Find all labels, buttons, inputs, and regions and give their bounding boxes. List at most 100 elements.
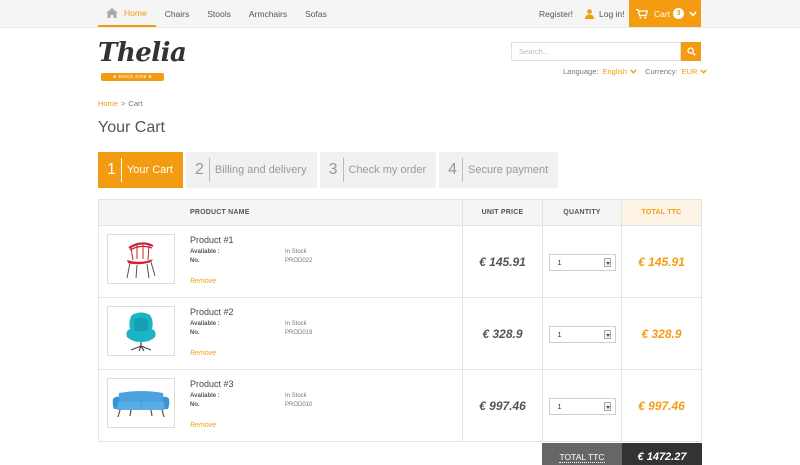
table-row: Product #3 Available : In Stock No. PROD… bbox=[98, 369, 702, 442]
blue-sofa-icon bbox=[112, 391, 170, 418]
step-number: 4 bbox=[439, 158, 464, 182]
nav-item-sofas[interactable]: Sofas bbox=[296, 0, 336, 28]
breadcrumb: Home > Cart bbox=[98, 99, 143, 108]
unit-price: € 145.91 bbox=[462, 225, 543, 298]
available-label: Available : bbox=[190, 321, 220, 327]
total-label-text: TOTAL TTC bbox=[559, 452, 605, 463]
nav-item-home[interactable]: Home bbox=[98, 0, 156, 27]
table-header-row: PRODUCT NAME UNIT PRICE QUANTITY TOTAL T… bbox=[98, 199, 702, 226]
step-label: Secure payment bbox=[468, 164, 549, 176]
currency-label: Currency: bbox=[645, 67, 678, 76]
quantity-cell: 1 bbox=[542, 297, 622, 370]
step-label: Check my order bbox=[348, 164, 427, 176]
step-check-order[interactable]: 3 Check my order bbox=[319, 152, 437, 188]
cart-total-value: € 1472.27 bbox=[622, 443, 702, 465]
cart-table: PRODUCT NAME UNIT PRICE QUANTITY TOTAL T… bbox=[98, 199, 702, 442]
line-total: € 328.9 bbox=[621, 297, 702, 370]
top-bar: Home Chairs Stools Armchairs Sofas Regis… bbox=[0, 0, 800, 28]
nav-item-armchairs[interactable]: Armchairs bbox=[240, 0, 296, 28]
line-total: € 997.46 bbox=[621, 369, 702, 442]
cart-button[interactable]: Cart 3 bbox=[629, 0, 701, 27]
product-no-label: No. bbox=[190, 330, 200, 336]
table-row: Product #1 Available : In Stock No. PROD… bbox=[98, 225, 702, 298]
search-input[interactable] bbox=[511, 42, 681, 61]
table-row: Product #2 Available : In Stock No. PROD… bbox=[98, 297, 702, 370]
quantity-value: 1 bbox=[557, 258, 562, 267]
select-arrow-icon bbox=[603, 330, 611, 339]
register-link[interactable]: Register! bbox=[539, 0, 573, 28]
nav-item-chairs[interactable]: Chairs bbox=[156, 0, 199, 28]
step-number: 1 bbox=[98, 158, 122, 182]
unit-price: € 328.9 bbox=[462, 297, 543, 370]
breadcrumb-separator: > bbox=[121, 99, 126, 108]
product-cell: Product #3 Available : In Stock No. PROD… bbox=[98, 369, 463, 442]
logo-ribbon: ★ SINCE 2006 ★ bbox=[101, 73, 164, 81]
product-name[interactable]: Product #3 bbox=[190, 379, 234, 389]
available-label: Available : bbox=[190, 393, 220, 399]
main-nav: Home Chairs Stools Armchairs Sofas bbox=[98, 0, 336, 28]
language-label: Language: bbox=[563, 67, 599, 76]
nav-label-sofas: Sofas bbox=[305, 9, 327, 19]
search-button[interactable] bbox=[681, 42, 701, 61]
product-thumbnail[interactable] bbox=[107, 234, 175, 284]
line-total: € 145.91 bbox=[621, 225, 702, 298]
nav-label-armchairs: Armchairs bbox=[248, 9, 288, 19]
available-value: In Stock bbox=[285, 393, 307, 399]
logo-text: Thelia bbox=[98, 38, 187, 68]
step-secure-payment[interactable]: 4 Secure payment bbox=[439, 152, 559, 188]
step-billing-delivery[interactable]: 2 Billing and delivery bbox=[185, 152, 317, 188]
cart-label: Cart bbox=[654, 8, 671, 19]
breadcrumb-current: Cart bbox=[128, 99, 143, 108]
step-label: Billing and delivery bbox=[214, 164, 307, 176]
nav-item-stools[interactable]: Stools bbox=[198, 0, 240, 28]
product-thumbnail[interactable] bbox=[107, 378, 175, 428]
header-quantity: QUANTITY bbox=[542, 199, 622, 226]
step-label: Your Cart bbox=[126, 164, 173, 176]
header-unit-price: UNIT PRICE bbox=[462, 199, 543, 226]
cart-total-label: TOTAL TTC bbox=[542, 443, 622, 465]
quantity-value: 1 bbox=[557, 330, 562, 339]
product-no-value: PROD010 bbox=[285, 402, 313, 408]
nav-label-stools: Stools bbox=[207, 9, 231, 19]
unit-price: € 997.46 bbox=[462, 369, 543, 442]
chevron-down-icon bbox=[630, 69, 637, 74]
search-icon bbox=[686, 47, 696, 56]
quantity-cell: 1 bbox=[542, 225, 622, 298]
cart-icon bbox=[636, 8, 648, 19]
page-title: Your Cart bbox=[98, 119, 165, 136]
product-name[interactable]: Product #2 bbox=[190, 307, 234, 317]
remove-link[interactable]: Remove bbox=[190, 422, 216, 429]
currency-select[interactable]: EUR bbox=[682, 67, 698, 76]
step-number: 2 bbox=[186, 158, 210, 182]
product-cell: Product #1 Available : In Stock No. PROD… bbox=[98, 225, 463, 298]
remove-link[interactable]: Remove bbox=[190, 278, 216, 285]
language-select[interactable]: English bbox=[602, 67, 627, 76]
available-value: In Stock bbox=[285, 321, 307, 327]
locale-settings: Language: English Currency: EUR bbox=[563, 67, 715, 76]
login-label: Log in! bbox=[599, 9, 625, 19]
chevron-down-icon bbox=[689, 10, 697, 17]
quantity-select[interactable]: 1 bbox=[548, 398, 616, 415]
product-no-label: No. bbox=[190, 258, 200, 264]
user-icon bbox=[585, 9, 594, 19]
product-no-value: PROD022 bbox=[285, 258, 313, 264]
quantity-value: 1 bbox=[557, 402, 562, 411]
product-no-value: PROD019 bbox=[285, 330, 313, 336]
quantity-cell: 1 bbox=[542, 369, 622, 442]
site-logo[interactable]: Thelia ★ SINCE 2006 ★ bbox=[98, 38, 187, 84]
product-name[interactable]: Product #1 bbox=[190, 235, 234, 245]
header-total: TOTAL TTC bbox=[621, 199, 702, 226]
chevron-down-icon bbox=[700, 69, 708, 74]
select-arrow-icon bbox=[603, 258, 611, 267]
quantity-select[interactable]: 1 bbox=[548, 254, 616, 271]
step-your-cart[interactable]: 1 Your Cart bbox=[98, 152, 183, 188]
remove-link[interactable]: Remove bbox=[190, 350, 216, 357]
breadcrumb-home[interactable]: Home bbox=[98, 99, 118, 108]
login-link[interactable]: Log in! bbox=[585, 0, 625, 28]
product-thumbnail[interactable] bbox=[107, 306, 175, 356]
quantity-select[interactable]: 1 bbox=[548, 326, 616, 343]
product-cell: Product #2 Available : In Stock No. PROD… bbox=[98, 297, 463, 370]
nav-label-home: Home bbox=[124, 7, 147, 18]
step-number: 3 bbox=[320, 158, 344, 182]
cart-count-badge: 3 bbox=[673, 8, 685, 19]
